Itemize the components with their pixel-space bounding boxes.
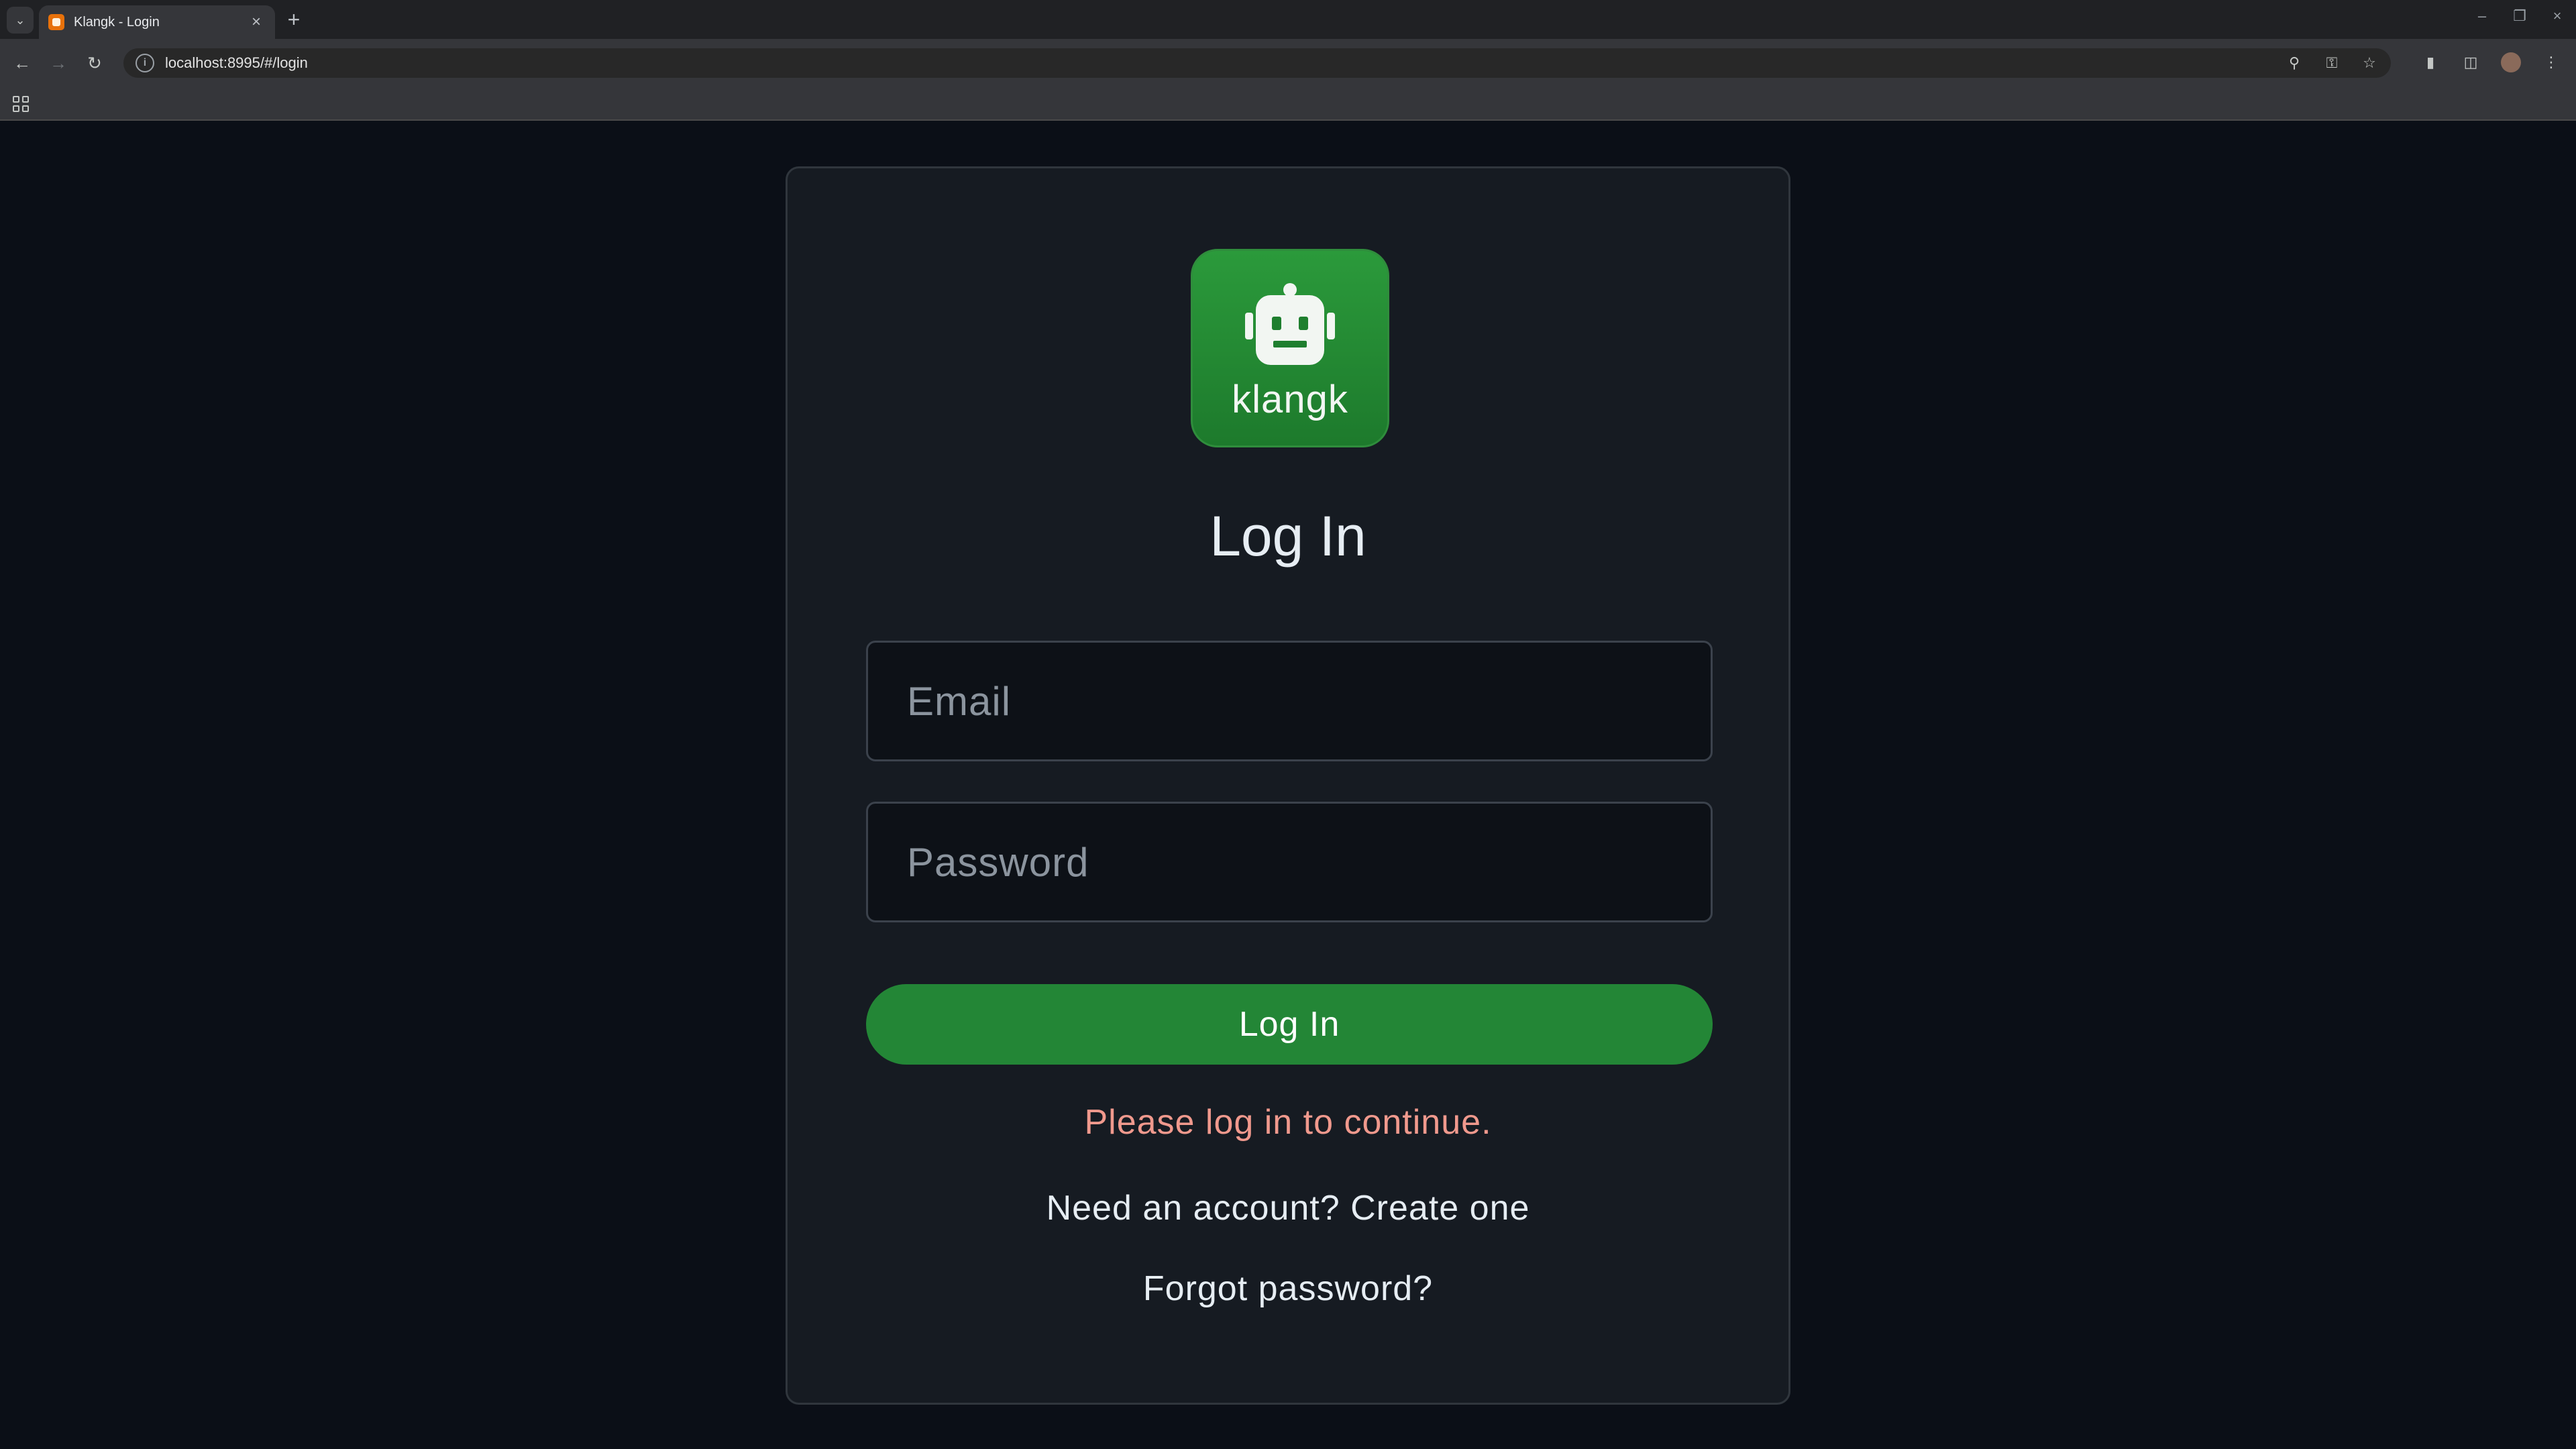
close-window-icon[interactable]: ×: [2548, 7, 2567, 25]
star-icon[interactable]: ☆: [2360, 54, 2379, 72]
create-account-link[interactable]: Need an account? Create one: [788, 1188, 1788, 1228]
logo-wordmark: klangk: [1232, 378, 1348, 421]
page-title: Log In: [1210, 504, 1366, 568]
forgot-password-link[interactable]: Forgot password?: [788, 1269, 1788, 1309]
shield-icon[interactable]: ▮: [2420, 52, 2440, 72]
puzzle-icon[interactable]: ◫: [2461, 52, 2481, 72]
browser-tab[interactable]: Klangk - Login ×: [39, 5, 275, 39]
profile-avatar[interactable]: [2501, 52, 2521, 72]
more-menu-icon[interactable]: ⋮: [2541, 52, 2561, 72]
reload-icon[interactable]: ↻: [83, 52, 106, 74]
address-bar[interactable]: i localhost:8995/#/login ⚲ ⚿ ☆: [123, 48, 2391, 78]
bookmarks-bar: [0, 86, 2576, 121]
window-controls: – ❐ ×: [2473, 7, 2567, 25]
apps-grid-icon[interactable]: [11, 94, 30, 113]
tab-search-button[interactable]: ⌄: [7, 7, 34, 34]
robot-icon: [1245, 283, 1335, 365]
browser-tab-bar: ⌄ Klangk - Login × + – ❐ ×: [0, 0, 2576, 39]
login-button[interactable]: Log In: [866, 984, 1713, 1065]
email-input[interactable]: [866, 641, 1713, 761]
key-icon[interactable]: ⚿: [2322, 54, 2341, 72]
extensions-area: ▮ ◫ ⋮: [2420, 52, 2561, 72]
password-input[interactable]: [866, 802, 1713, 922]
minimize-icon[interactable]: –: [2473, 7, 2491, 25]
zoom-icon[interactable]: ⚲: [2285, 54, 2304, 72]
back-arrow-icon[interactable]: ←: [11, 52, 34, 74]
site-info-icon[interactable]: i: [136, 54, 154, 72]
close-tab-icon[interactable]: ×: [247, 14, 266, 30]
tab-title: Klangk - Login: [74, 14, 160, 30]
restore-icon[interactable]: ❐: [2510, 7, 2529, 25]
app-logo: klangk: [1191, 249, 1389, 447]
chevron-down-icon: ⌄: [15, 13, 25, 27]
new-tab-button[interactable]: +: [282, 8, 306, 32]
login-card: klangk Log In Log In Please log in to co…: [786, 166, 1790, 1405]
page-content: klangk Log In Log In Please log in to co…: [0, 121, 2576, 1449]
forward-arrow-icon[interactable]: →: [47, 52, 70, 74]
status-message: Please log in to continue.: [1084, 1103, 1492, 1142]
url-text[interactable]: localhost:8995/#/login: [165, 54, 2285, 72]
favicon-icon: [48, 14, 64, 30]
